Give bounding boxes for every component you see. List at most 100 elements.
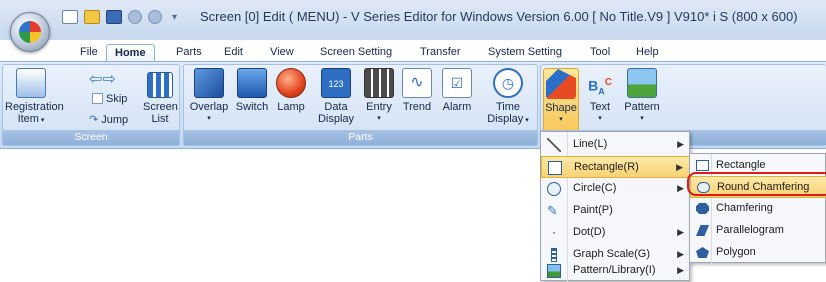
trend-label: Trend (402, 101, 432, 113)
data-display-icon: 123 (321, 68, 351, 98)
tab-view[interactable]: View (262, 44, 302, 62)
pattern-button[interactable]: Pattern ▾ (621, 68, 663, 125)
submenu-item-label: Chamfering (716, 202, 773, 214)
submenu-item-chamfering[interactable]: Chamfering (690, 198, 826, 220)
open-folder-icon[interactable] (84, 10, 100, 24)
forward-arrow-icon[interactable]: ⇨ (102, 71, 115, 88)
tab-file[interactable]: File (72, 44, 106, 62)
alarm-label: Alarm (442, 101, 472, 113)
tab-screen-setting[interactable]: Screen Setting (312, 44, 400, 62)
tab-help[interactable]: Help (628, 44, 667, 62)
submenu-item-polygon[interactable]: Polygon (690, 242, 826, 264)
jump-button[interactable]: ↷ Jump (89, 113, 128, 126)
parts-group: Overlap▾ Switch Lamp 123DataDisplay ▾ En… (183, 64, 538, 146)
registration-label-2: Item (17, 113, 39, 125)
menu-item-label: Line(L) (573, 138, 608, 150)
registration-label: Registration (5, 101, 64, 113)
parts-group-label: Parts (184, 130, 537, 145)
app-logo-icon (19, 21, 41, 43)
skip-check-icon[interactable] (92, 93, 103, 104)
window-title: Screen [0] Edit ( MENU) - V Series Edito… (200, 9, 798, 24)
menu-item-label: Pattern/Library(I) (573, 264, 656, 276)
tab-edit[interactable]: Edit (216, 44, 251, 62)
rectangle-submenu: Rectangle Round Chamfering Chamfering Pa… (689, 153, 826, 264)
clock-icon: ◷ (493, 68, 523, 98)
switch-label: Switch (235, 101, 269, 113)
submenu-item-label: Polygon (716, 246, 756, 258)
time-label: Time (495, 101, 521, 113)
tab-parts[interactable]: Parts (168, 44, 210, 62)
new-file-icon[interactable] (62, 10, 78, 24)
menu-item-paint[interactable]: ✎ Paint(P) (541, 200, 690, 222)
paint-icon: ✎ (547, 203, 558, 218)
ribbon-tabs: File Home Parts Edit View Screen Setting… (0, 40, 826, 62)
alarm-button[interactable]: ☑ Alarm (440, 68, 474, 113)
tab-system-setting[interactable]: System Setting (480, 44, 570, 62)
shape-button[interactable]: Shape ▾ (543, 68, 579, 132)
lamp-label: Lamp (277, 101, 305, 113)
shape-label: Shape (545, 102, 577, 114)
application-button[interactable] (10, 12, 50, 52)
tab-tool[interactable]: Tool (582, 44, 618, 62)
menu-item-pattern-library[interactable]: Pattern/Library(I) ▶ (541, 260, 690, 282)
tab-home[interactable]: Home (106, 44, 155, 62)
submenu-arrow-icon: ▶ (677, 183, 684, 193)
skip-label: Skip (106, 93, 128, 105)
rectangle-icon (696, 160, 709, 171)
undo-icon[interactable] (128, 10, 142, 24)
parallelogram-icon (696, 225, 709, 236)
time-display-label-2: Display (487, 113, 524, 125)
menu-item-rectangle[interactable]: Rectangle(R) ▶ (541, 156, 690, 178)
callout-highlight-box (687, 172, 826, 196)
submenu-item-label: Rectangle (716, 159, 766, 171)
time-display-button[interactable]: ◷ Time Display ▾ (480, 68, 536, 127)
title-bar: ▾ Screen [0] Edit ( MENU) - V Series Edi… (0, 0, 826, 40)
tab-transfer[interactable]: Transfer (412, 44, 469, 62)
menu-item-dot[interactable]: · Dot(D) ▶ (541, 222, 690, 244)
customize-qat-icon[interactable]: ▾ (172, 12, 177, 23)
menu-item-label: Dot(D) (573, 226, 606, 238)
circle-icon (547, 182, 561, 196)
text-icon: BAC (588, 77, 612, 97)
screen-list-icon (147, 72, 173, 98)
overlap-button[interactable]: Overlap ▾ (188, 68, 230, 125)
rectangle-icon (548, 161, 562, 175)
redo-icon[interactable] (148, 10, 162, 24)
trend-button[interactable]: ∿ Trend (400, 68, 434, 113)
skip-checkbox[interactable]: Skip (92, 93, 127, 105)
menu-item-line[interactable]: Line(L) ▶ (541, 134, 690, 156)
data-display-label-2: Display (317, 113, 355, 125)
lamp-icon (276, 68, 306, 98)
menu-item-label: Graph Scale(G) (573, 248, 651, 260)
entry-button[interactable]: Entry ▾ (362, 68, 396, 125)
entry-icon (364, 68, 394, 98)
screen-list-label-2: List (151, 113, 169, 125)
save-icon[interactable] (106, 10, 122, 24)
text-button[interactable]: BAC Text ▾ (583, 68, 617, 125)
lamp-button[interactable]: Lamp (274, 68, 308, 113)
chamfering-icon (696, 203, 709, 214)
line-icon (547, 138, 561, 152)
alarm-icon: ☑ (442, 68, 472, 98)
shape-icon (546, 69, 576, 99)
jump-label: Jump (101, 114, 129, 126)
overlap-label: Overlap (189, 101, 229, 113)
text-label: Text (589, 101, 611, 113)
screen-group-label: Screen (3, 130, 179, 145)
pattern-label: Pattern (624, 101, 660, 113)
trend-icon: ∿ (402, 68, 432, 98)
submenu-arrow-icon: ▶ (677, 227, 684, 237)
pattern-icon (627, 68, 657, 98)
data-label: Data (324, 101, 348, 113)
back-arrow-icon[interactable]: ⇦ (89, 71, 102, 88)
menu-item-circle[interactable]: Circle(C) ▶ (541, 178, 690, 200)
submenu-item-parallelogram[interactable]: Parallelogram (690, 220, 826, 242)
entry-label: Entry (366, 101, 392, 113)
pattern-library-icon (547, 264, 561, 278)
nav-arrows[interactable]: ⇦⇨ (89, 69, 116, 89)
screen-list-button[interactable]: Screen List (143, 68, 178, 125)
menu-item-label: Rectangle(R) (574, 161, 639, 173)
menu-item-label: Circle(C) (573, 182, 617, 194)
switch-button[interactable]: Switch (232, 68, 272, 113)
registration-item-button[interactable]: Registration Item ▾ (5, 68, 64, 127)
